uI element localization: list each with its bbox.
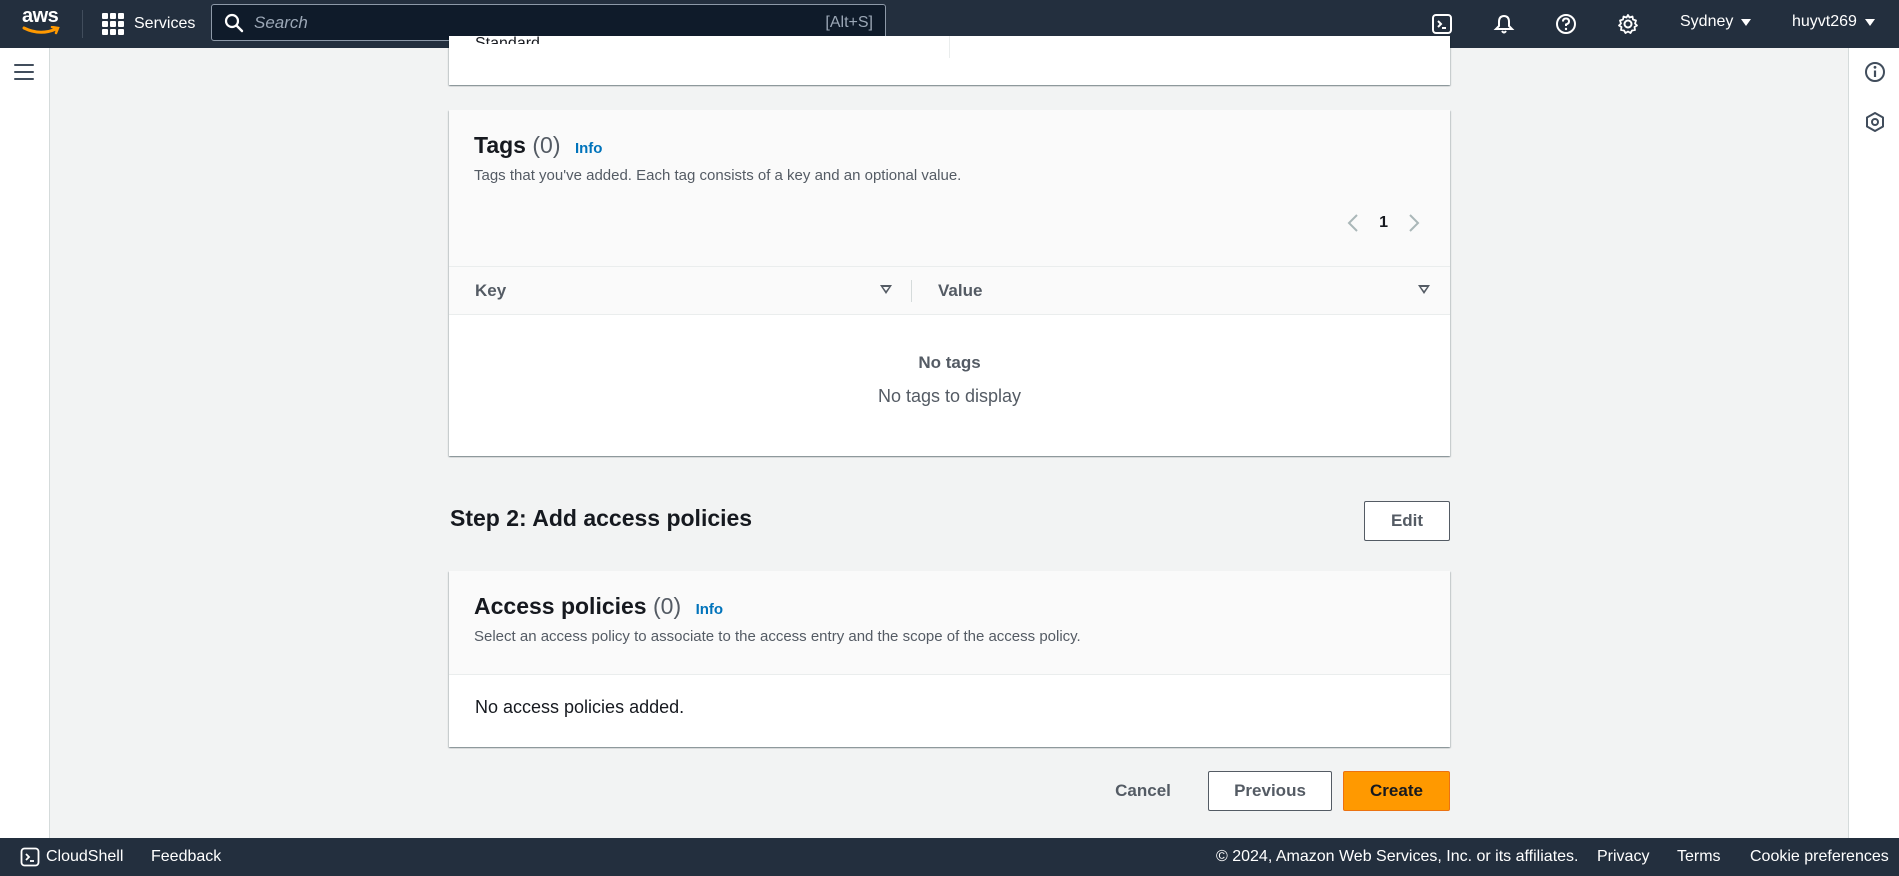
services-menu-button[interactable]: Services	[102, 11, 195, 37]
feedback-link[interactable]: Feedback	[151, 848, 221, 866]
tags-count: (0)	[532, 132, 561, 158]
access-policies-description: Select an access policy to associate to …	[474, 628, 1081, 645]
access-policies-count: (0)	[653, 593, 682, 619]
table-header-row: Key Value	[449, 266, 1450, 315]
cloudshell-icon[interactable]	[1429, 11, 1455, 37]
access-policies-title: Access policies (0)	[474, 593, 682, 619]
right-tools-rail	[1848, 48, 1899, 838]
search-shortcut-hint: [Alt+S]	[825, 13, 873, 31]
tags-description: Tags that you've added. Each tag consist…	[474, 167, 962, 184]
services-grid-icon	[102, 13, 124, 35]
footer: CloudShell Feedback © 2024, Amazon Web S…	[0, 838, 1899, 876]
account-label: huyvt269	[1792, 13, 1857, 30]
caret-down-icon	[1864, 18, 1875, 26]
region-label: Sydney	[1680, 13, 1734, 30]
divider	[449, 674, 1450, 675]
cancel-button[interactable]: Cancel	[1103, 771, 1183, 811]
terms-link[interactable]: Terms	[1677, 848, 1721, 866]
left-navigation-rail	[0, 48, 50, 838]
partial-value-text: Standard	[475, 36, 540, 44]
search-icon	[224, 13, 244, 32]
services-label: Services	[134, 15, 196, 32]
privacy-link[interactable]: Privacy	[1597, 848, 1649, 866]
tags-info-link[interactable]: Info	[575, 140, 603, 157]
cloudshell-icon[interactable]	[20, 847, 40, 867]
copyright-text: © 2024, Amazon Web Services, Inc. or its…	[1216, 848, 1579, 865]
help-icon[interactable]	[1553, 11, 1579, 37]
pagination: 1	[1347, 213, 1420, 233]
access-policies-empty-text: No access policies added.	[475, 697, 685, 717]
bell-icon[interactable]	[1491, 11, 1517, 37]
region-selector[interactable]: Sydney	[1680, 13, 1752, 31]
column-divider	[949, 36, 950, 58]
gear-icon[interactable]	[1615, 11, 1641, 37]
empty-state-title: No tags	[918, 353, 981, 372]
cookie-preferences-link[interactable]: Cookie preferences	[1750, 848, 1889, 866]
chevron-left-icon[interactable]	[1347, 213, 1359, 233]
page-number[interactable]: 1	[1379, 214, 1388, 232]
previous-section-panel: Standard	[449, 36, 1450, 85]
tags-panel: Tags (0) Info Tags that you've added. Ea…	[449, 110, 1450, 456]
empty-state-subtitle: No tags to display	[877, 386, 1022, 406]
aws-logo[interactable]: aws	[22, 6, 64, 40]
step-2-heading: Step 2: Add access policies	[450, 505, 753, 531]
sort-icon[interactable]	[1418, 285, 1430, 294]
chevron-right-icon[interactable]	[1408, 213, 1420, 233]
access-policies-header: Access policies (0) Info Select an acces…	[449, 571, 1450, 674]
edit-button[interactable]: Edit	[1364, 501, 1450, 541]
shield-icon[interactable]	[1863, 110, 1887, 134]
nav-divider	[82, 10, 83, 38]
column-header-key[interactable]: Key	[475, 281, 506, 301]
cloudshell-link[interactable]: CloudShell	[46, 848, 123, 866]
menu-icon[interactable]	[14, 64, 34, 80]
column-divider	[911, 280, 912, 302]
aws-smile-icon	[22, 26, 60, 35]
sort-icon[interactable]	[880, 285, 892, 294]
column-header-value[interactable]: Value	[938, 281, 982, 301]
account-menu[interactable]: huyvt269	[1792, 13, 1875, 31]
create-button[interactable]: Create	[1343, 771, 1450, 811]
aws-logo-text: aws	[22, 5, 59, 27]
access-policies-info-link[interactable]: Info	[696, 601, 724, 618]
previous-button[interactable]: Previous	[1208, 771, 1332, 811]
tags-title: Tags (0)	[474, 132, 561, 158]
info-icon[interactable]	[1863, 60, 1887, 84]
access-policies-panel: Access policies (0) Info Select an acces…	[449, 571, 1450, 747]
search-input[interactable]	[254, 12, 774, 33]
caret-down-icon	[1741, 18, 1752, 26]
tags-panel-header: Tags (0) Info Tags that you've added. Ea…	[449, 110, 1450, 266]
